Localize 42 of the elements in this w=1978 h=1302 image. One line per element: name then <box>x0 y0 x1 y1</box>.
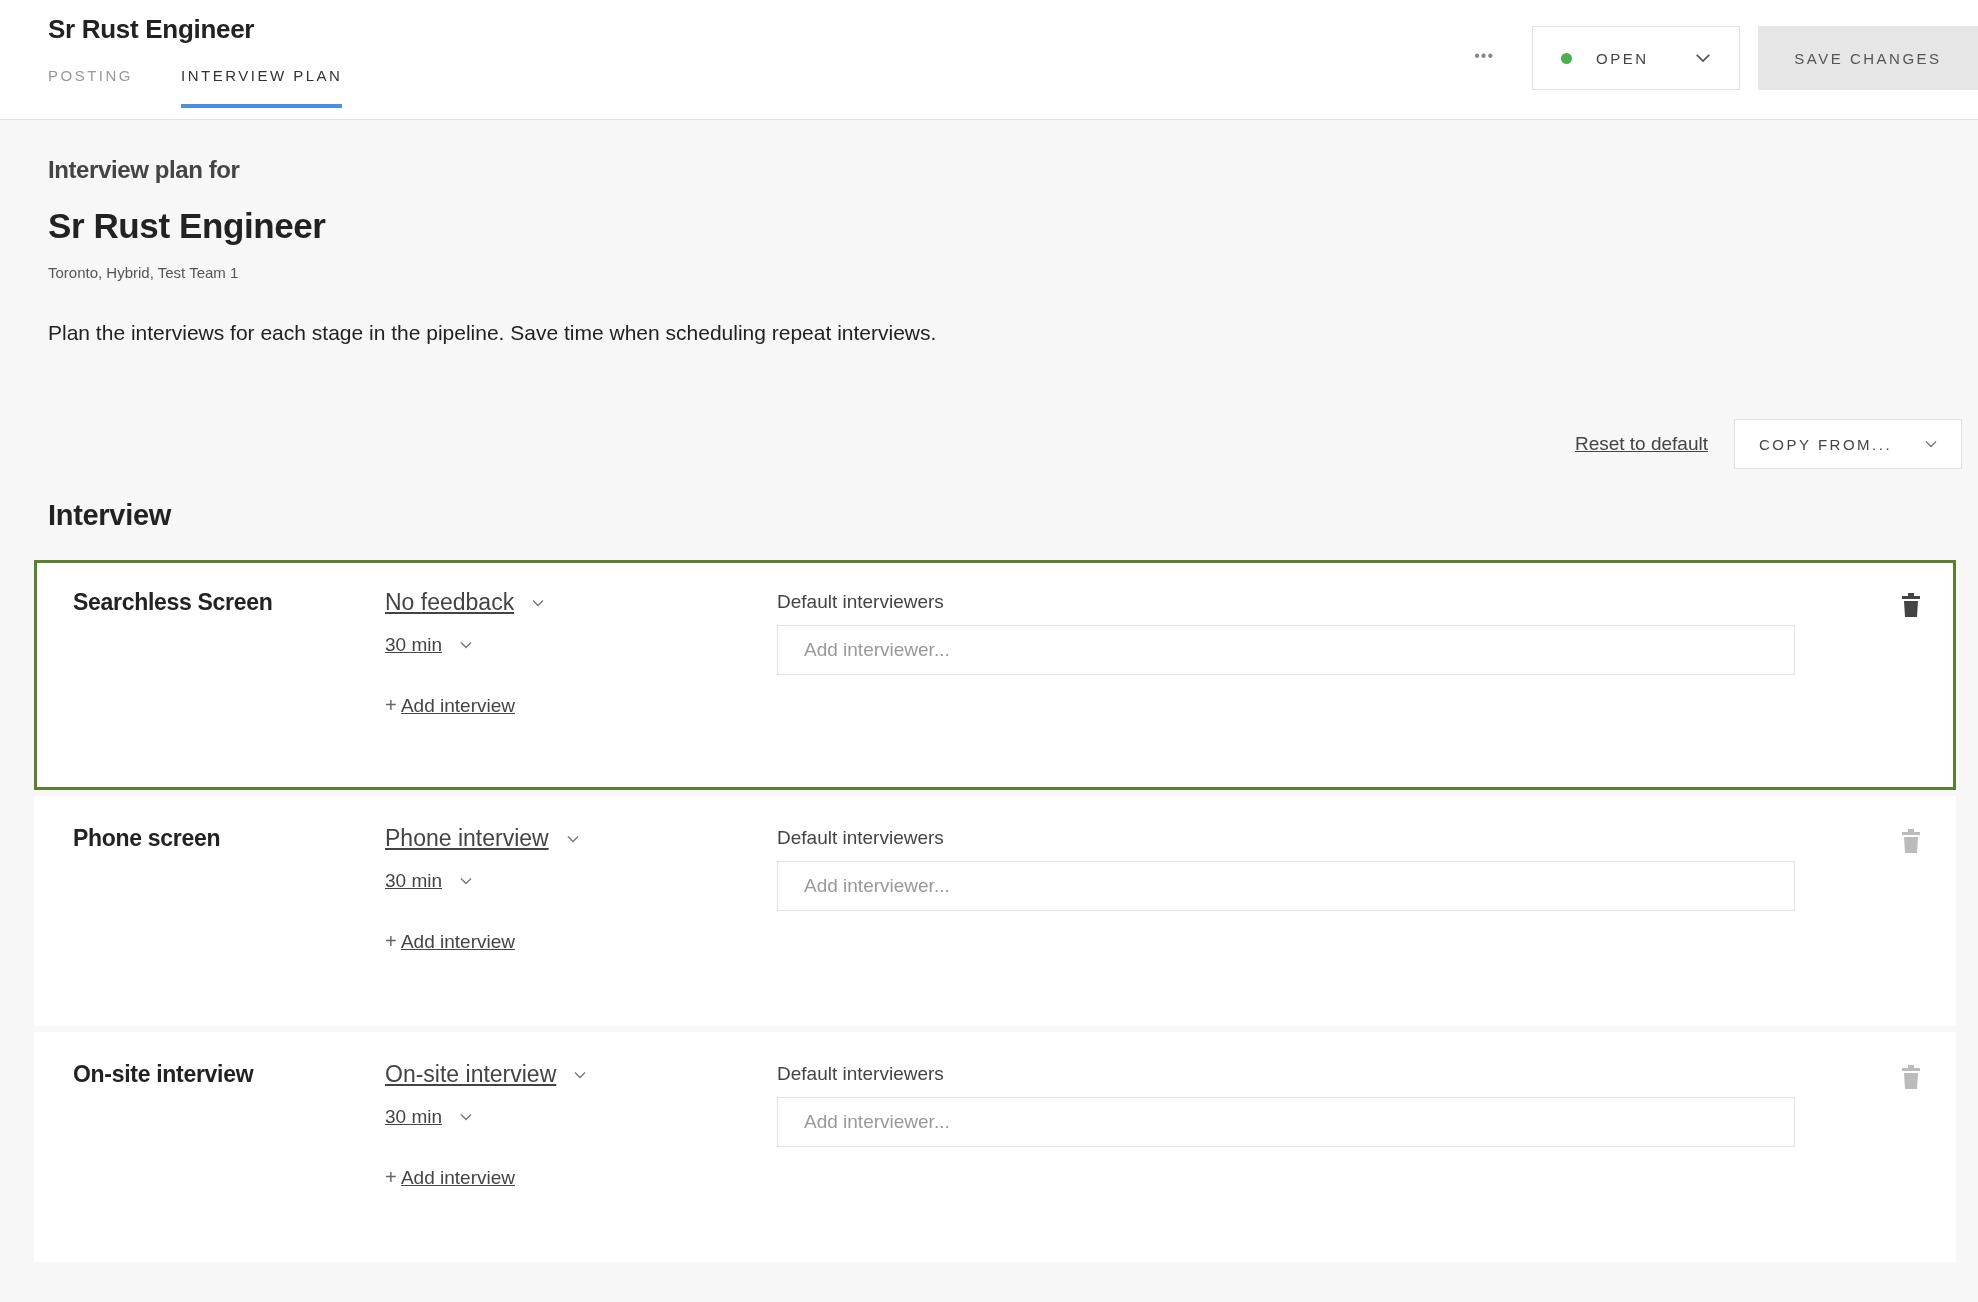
add-interview-link[interactable]: + Add interview <box>385 930 515 953</box>
duration-dropdown[interactable]: 30 min <box>385 870 473 892</box>
feedback-form-dropdown[interactable]: On-site interview <box>385 1061 587 1088</box>
job-meta: Toronto, Hybrid, Test Team 1 <box>48 264 240 281</box>
status-dropdown[interactable]: OPEN <box>1532 26 1740 90</box>
more-button[interactable]: ••• <box>1468 46 1500 66</box>
plan-title: Sr Rust Engineer <box>48 206 327 246</box>
add-interview-link[interactable]: + Add interview <box>385 694 515 717</box>
plan-description: Plan the interviews for each stage in the pipeline. Save time when scheduling repeat interviews. <box>48 321 938 345</box>
interviewer-input-field[interactable]: Add interviewer... <box>777 625 1795 675</box>
caret-icon <box>1925 440 1937 448</box>
stage-name: Searchless Screen <box>73 589 274 617</box>
job-title: Sr Rust Engineer <box>48 14 256 45</box>
feedback-form-dropdown[interactable]: Phone interview <box>385 825 579 852</box>
field-label: Default interviewers <box>777 1063 945 1085</box>
duration-dropdown[interactable]: 30 min <box>385 634 473 656</box>
caret-icon <box>574 1070 587 1079</box>
field-label: Default interviewers <box>777 591 945 613</box>
reset-to-default-link[interactable]: Reset to default <box>1574 433 1708 455</box>
add-interview-link[interactable]: + Add interview <box>385 1166 515 1189</box>
interviewer-input-field[interactable]: Add interviewer... <box>777 861 1795 911</box>
stage-name: On-site interview <box>73 1061 255 1089</box>
tab[interactable]: INTERVIEW PLAN <box>181 67 343 108</box>
stage-card[interactable]: Phone screen Phone interview 30 min + Add interview Default interviewers Add interviewer... <box>34 796 1956 1026</box>
plan-kicker: Interview plan for <box>48 156 241 184</box>
caret-icon <box>1695 53 1711 63</box>
duration-dropdown[interactable]: 30 min <box>385 1106 473 1128</box>
stage-name: Phone screen <box>73 825 222 853</box>
save-changes-button[interactable]: SAVE CHANGES <box>1758 26 1978 90</box>
stage-card[interactable]: Searchless Screen No feedback 30 min + Add interview Default interviewers Add interviewer... <box>34 560 1956 790</box>
caret-icon <box>532 598 545 607</box>
caret-icon <box>566 834 579 843</box>
interviewer-input-field[interactable]: Add interviewer... <box>777 1097 1795 1147</box>
stage-card[interactable]: On-site interview On-site interview 30 min + Add interview Default interviewers Add interviewer... <box>34 1032 1956 1262</box>
caret-icon <box>460 1113 473 1121</box>
copy-from-dropdown[interactable]: COPY FROM... <box>1734 419 1962 469</box>
caret-icon <box>460 877 473 885</box>
trash-icon[interactable] <box>1901 593 1921 617</box>
caret-icon <box>460 641 473 649</box>
field-label: Default interviewers <box>777 827 945 849</box>
section-title: Interview <box>48 499 173 532</box>
feedback-form-dropdown[interactable]: No feedback <box>385 589 545 616</box>
